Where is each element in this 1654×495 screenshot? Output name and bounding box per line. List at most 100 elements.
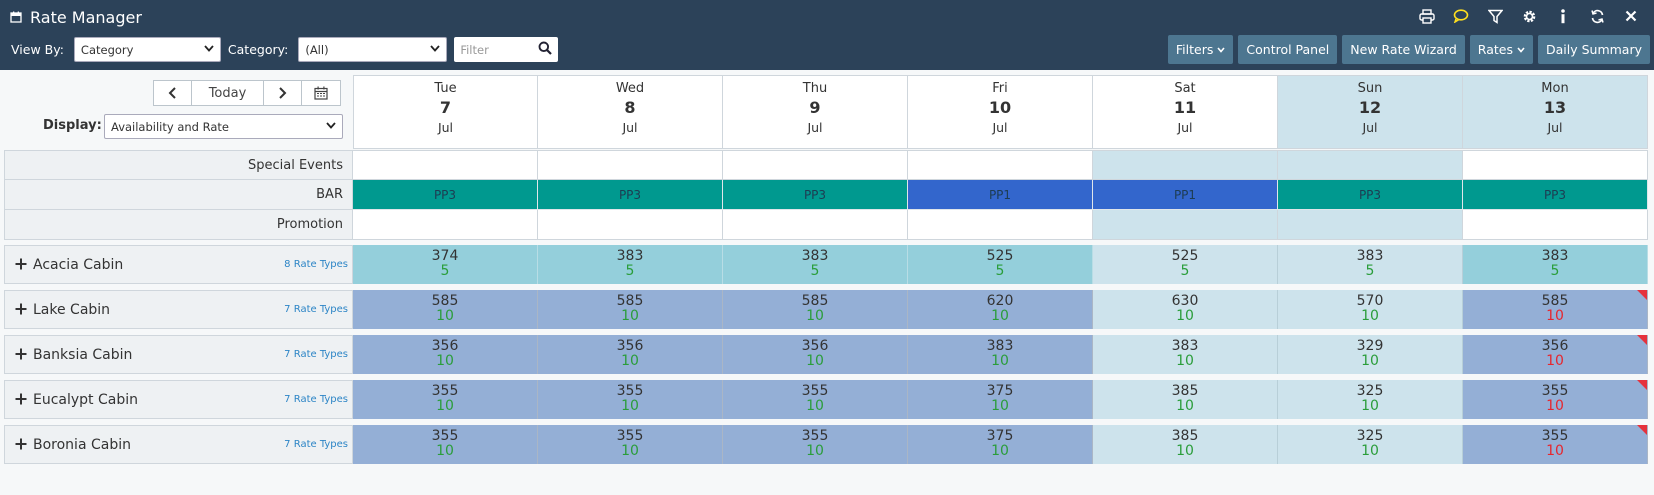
page-title: Rate Manager (30, 7, 142, 27)
bar-cell[interactable]: PP3 (538, 180, 723, 210)
rate-cell[interactable]: 630 10 (1093, 290, 1278, 329)
rate-cell[interactable]: 585 10 (1463, 290, 1648, 329)
info-icon[interactable] (1546, 5, 1580, 27)
rate-cell[interactable]: 375 10 (908, 380, 1093, 419)
rate-types-link[interactable]: 7 Rate Types (284, 439, 348, 450)
rate-types-link[interactable]: 7 Rate Types (284, 349, 348, 360)
gear-icon[interactable] (1512, 5, 1546, 27)
promotion-cell[interactable] (538, 210, 723, 240)
category-label: Category: (227, 42, 289, 57)
rate-cell[interactable]: 585 10 (353, 290, 538, 329)
bar-cell[interactable]: PP1 (1093, 180, 1278, 210)
rate-types-link[interactable]: 8 Rate Types (284, 259, 348, 270)
special-event-cell[interactable] (538, 150, 723, 180)
promotion-cell[interactable] (908, 210, 1093, 240)
promotion-cell[interactable] (353, 210, 538, 240)
new-rate-wizard-button[interactable]: New Rate Wizard (1342, 35, 1465, 64)
plus-icon[interactable] (15, 254, 31, 275)
bar-cell[interactable]: PP3 (1463, 180, 1648, 210)
rate-cell[interactable]: 356 10 (353, 335, 538, 374)
rate-cell[interactable]: 355 10 (353, 425, 538, 464)
print-icon[interactable] (1410, 5, 1444, 27)
bar-cell[interactable]: PP3 (1278, 180, 1463, 210)
rate-cell[interactable]: 355 10 (538, 425, 723, 464)
day-header[interactable]: Sat 11 Jul (1093, 75, 1278, 149)
close-icon[interactable] (1614, 5, 1648, 27)
rate-cell[interactable]: 383 5 (1278, 245, 1463, 284)
special-event-cell[interactable] (1463, 150, 1648, 180)
rate-cell[interactable]: 355 10 (1463, 425, 1648, 464)
day-header[interactable]: Mon 13 Jul (1463, 75, 1648, 149)
plus-icon[interactable] (15, 434, 31, 455)
rate-cell[interactable]: 355 10 (723, 425, 908, 464)
plus-icon[interactable] (15, 389, 31, 410)
rate-cell[interactable]: 374 5 (353, 245, 538, 284)
rate-cell[interactable]: 585 10 (538, 290, 723, 329)
day-header[interactable]: Fri 10 Jul (908, 75, 1093, 149)
rate-cell[interactable]: 355 10 (723, 380, 908, 419)
special-event-cell[interactable] (353, 150, 538, 180)
search-icon[interactable] (538, 41, 553, 59)
rate-cell[interactable]: 585 10 (723, 290, 908, 329)
rate-cell[interactable]: 356 10 (1463, 335, 1648, 374)
rate-cell[interactable]: 375 10 (908, 425, 1093, 464)
rate-cell[interactable]: 570 10 (1278, 290, 1463, 329)
day-header[interactable]: Wed 8 Jul (538, 75, 723, 149)
rate-types-link[interactable]: 7 Rate Types (284, 304, 348, 315)
promotion-cell[interactable] (723, 210, 908, 240)
rate-cell[interactable]: 525 5 (1093, 245, 1278, 284)
day-header[interactable]: Sun 12 Jul (1278, 75, 1463, 149)
rate-cell[interactable]: 383 5 (538, 245, 723, 284)
rates-button[interactable]: Rates (1469, 35, 1533, 64)
rate-cell[interactable]: 385 10 (1093, 425, 1278, 464)
plus-icon[interactable] (15, 299, 31, 320)
special-event-cell[interactable] (1278, 150, 1463, 180)
refresh-icon[interactable] (1580, 5, 1614, 27)
funnel-icon[interactable] (1478, 5, 1512, 27)
day-header[interactable]: Thu 9 Jul (723, 75, 908, 149)
rate-cell[interactable]: 383 10 (908, 335, 1093, 374)
view-by-select[interactable]: Category (73, 37, 221, 62)
display-select[interactable]: Availability and Rate (104, 114, 343, 139)
rate-cell[interactable]: 325 10 (1278, 425, 1463, 464)
app-title-area: Rate Manager (10, 6, 142, 28)
day-header[interactable]: Tue 7 Jul (353, 75, 538, 149)
rate-cell[interactable]: 383 10 (1093, 335, 1278, 374)
calendar-picker-button[interactable] (302, 81, 340, 105)
rate-types-link[interactable]: 7 Rate Types (284, 394, 348, 405)
rate-cell[interactable]: 620 10 (908, 290, 1093, 329)
filters-button[interactable]: Filters (1167, 35, 1234, 64)
rate-cell[interactable]: 355 10 (1463, 380, 1648, 419)
daily-summary-button[interactable]: Daily Summary (1537, 35, 1650, 64)
bar-cell[interactable]: PP3 (353, 180, 538, 210)
previous-button[interactable] (154, 81, 192, 105)
promotion-cell[interactable] (1093, 210, 1278, 240)
availability-value: 10 (1546, 443, 1564, 459)
rate-cell[interactable]: 385 10 (1093, 380, 1278, 419)
rate-cell[interactable]: 356 10 (723, 335, 908, 374)
control-panel-button[interactable]: Control Panel (1238, 35, 1338, 64)
availability-value: 5 (810, 263, 820, 279)
promotion-cell[interactable] (1278, 210, 1463, 240)
rate-cell[interactable]: 355 10 (353, 380, 538, 419)
rate-cell[interactable]: 325 10 (1278, 380, 1463, 419)
rate-cell[interactable]: 383 5 (723, 245, 908, 284)
rate-cell[interactable]: 355 10 (538, 380, 723, 419)
promotion-cell[interactable] (1463, 210, 1648, 240)
special-event-cell[interactable] (1093, 150, 1278, 180)
today-button[interactable]: Today (192, 81, 264, 105)
rate-cell[interactable]: 356 10 (538, 335, 723, 374)
bar-cell[interactable]: PP1 (908, 180, 1093, 210)
bar-cell[interactable]: PP3 (723, 180, 908, 210)
special-event-cell[interactable] (723, 150, 908, 180)
category-select[interactable]: (All) (298, 37, 448, 62)
chat-icon[interactable] (1444, 5, 1478, 27)
day-month: Jul (437, 120, 454, 135)
rate-cell[interactable]: 329 10 (1278, 335, 1463, 374)
special-event-cell[interactable] (908, 150, 1093, 180)
plus-icon[interactable] (15, 344, 31, 365)
rate-cell[interactable]: 383 5 (1463, 245, 1648, 284)
next-button[interactable] (264, 81, 302, 105)
filter-input[interactable]: Filter (454, 37, 559, 62)
rate-cell[interactable]: 525 5 (908, 245, 1093, 284)
